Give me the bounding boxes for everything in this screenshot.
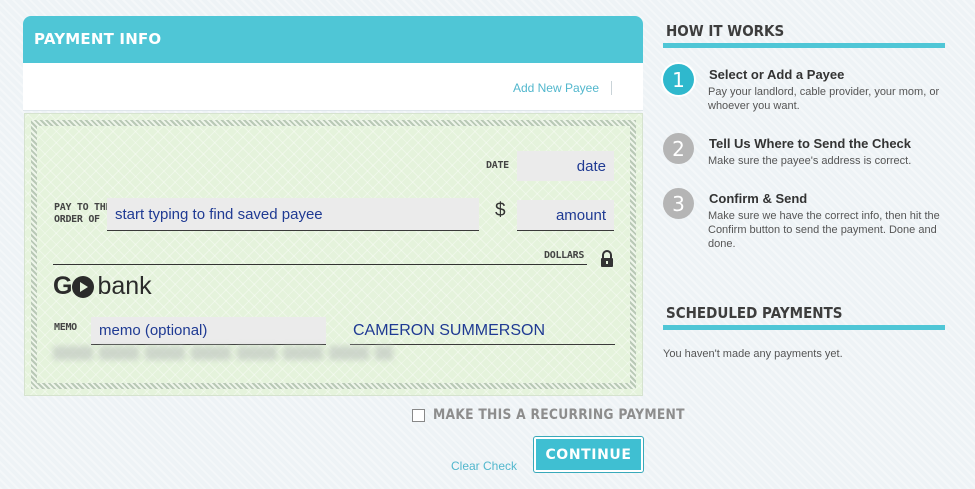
step-title-3: Confirm & Send: [709, 191, 808, 206]
continue-button[interactable]: CONTINUE: [534, 437, 643, 472]
step-title-2: Tell Us Where to Send the Check: [709, 136, 912, 151]
dollars-line: [53, 264, 587, 265]
add-new-payee-link[interactable]: Add New Payee: [513, 81, 612, 95]
step-number-1: 1: [663, 64, 694, 95]
step-description-1: Pay your landlord, cable provider, your …: [708, 86, 940, 112]
pay-to-label-line2: ORDER OF: [54, 214, 100, 225]
payment-info-title: PAYMENT INFO: [34, 30, 162, 48]
scheduled-payments-heading: SCHEDULED PAYMENTS: [666, 304, 843, 322]
clear-check-link[interactable]: Clear Check: [451, 459, 517, 473]
payee-input[interactable]: start typing to find saved payee: [107, 198, 479, 231]
check-form: DATE date PAY TO THE ORDER OF start typi…: [24, 113, 643, 396]
date-field[interactable]: date: [517, 151, 614, 181]
memo-label: MEMO: [54, 322, 77, 333]
lock-icon: [601, 250, 613, 267]
signature-name: CAMERON SUMMERSON: [350, 317, 615, 345]
account-numbers-redacted: [53, 346, 393, 360]
payment-info-header: PAYMENT INFO: [23, 16, 643, 63]
step-number-3: 3: [663, 188, 694, 219]
how-it-works-rule: [663, 43, 945, 48]
date-label: DATE: [486, 160, 509, 171]
scheduled-payments-rule: [663, 325, 945, 330]
how-it-works-heading: HOW IT WORKS: [666, 22, 785, 40]
recurring-checkbox[interactable]: [412, 408, 425, 422]
gobank-logo: Gbank: [53, 272, 152, 300]
recurring-label: MAKE THIS A RECURRING PAYMENT: [433, 407, 685, 423]
dollars-label: DOLLARS: [544, 250, 585, 261]
payee-toolbar: Add New Payee: [23, 63, 643, 111]
amount-input[interactable]: amount: [517, 200, 614, 231]
step-number-2: 2: [663, 133, 694, 164]
pay-to-label-line1: PAY TO THE: [54, 202, 112, 213]
play-icon: [72, 275, 95, 298]
step-description-2: Make sure the payee's address is correct…: [708, 155, 912, 167]
no-payments-message: You haven't made any payments yet.: [663, 348, 843, 360]
memo-input[interactable]: memo (optional): [91, 317, 326, 345]
dollar-sign: $: [495, 200, 506, 221]
recurring-payment-option[interactable]: MAKE THIS A RECURRING PAYMENT: [412, 407, 719, 423]
step-description-3: Make sure we have the correct info, then…: [708, 210, 940, 250]
step-title-1: Select or Add a Payee: [709, 67, 845, 82]
